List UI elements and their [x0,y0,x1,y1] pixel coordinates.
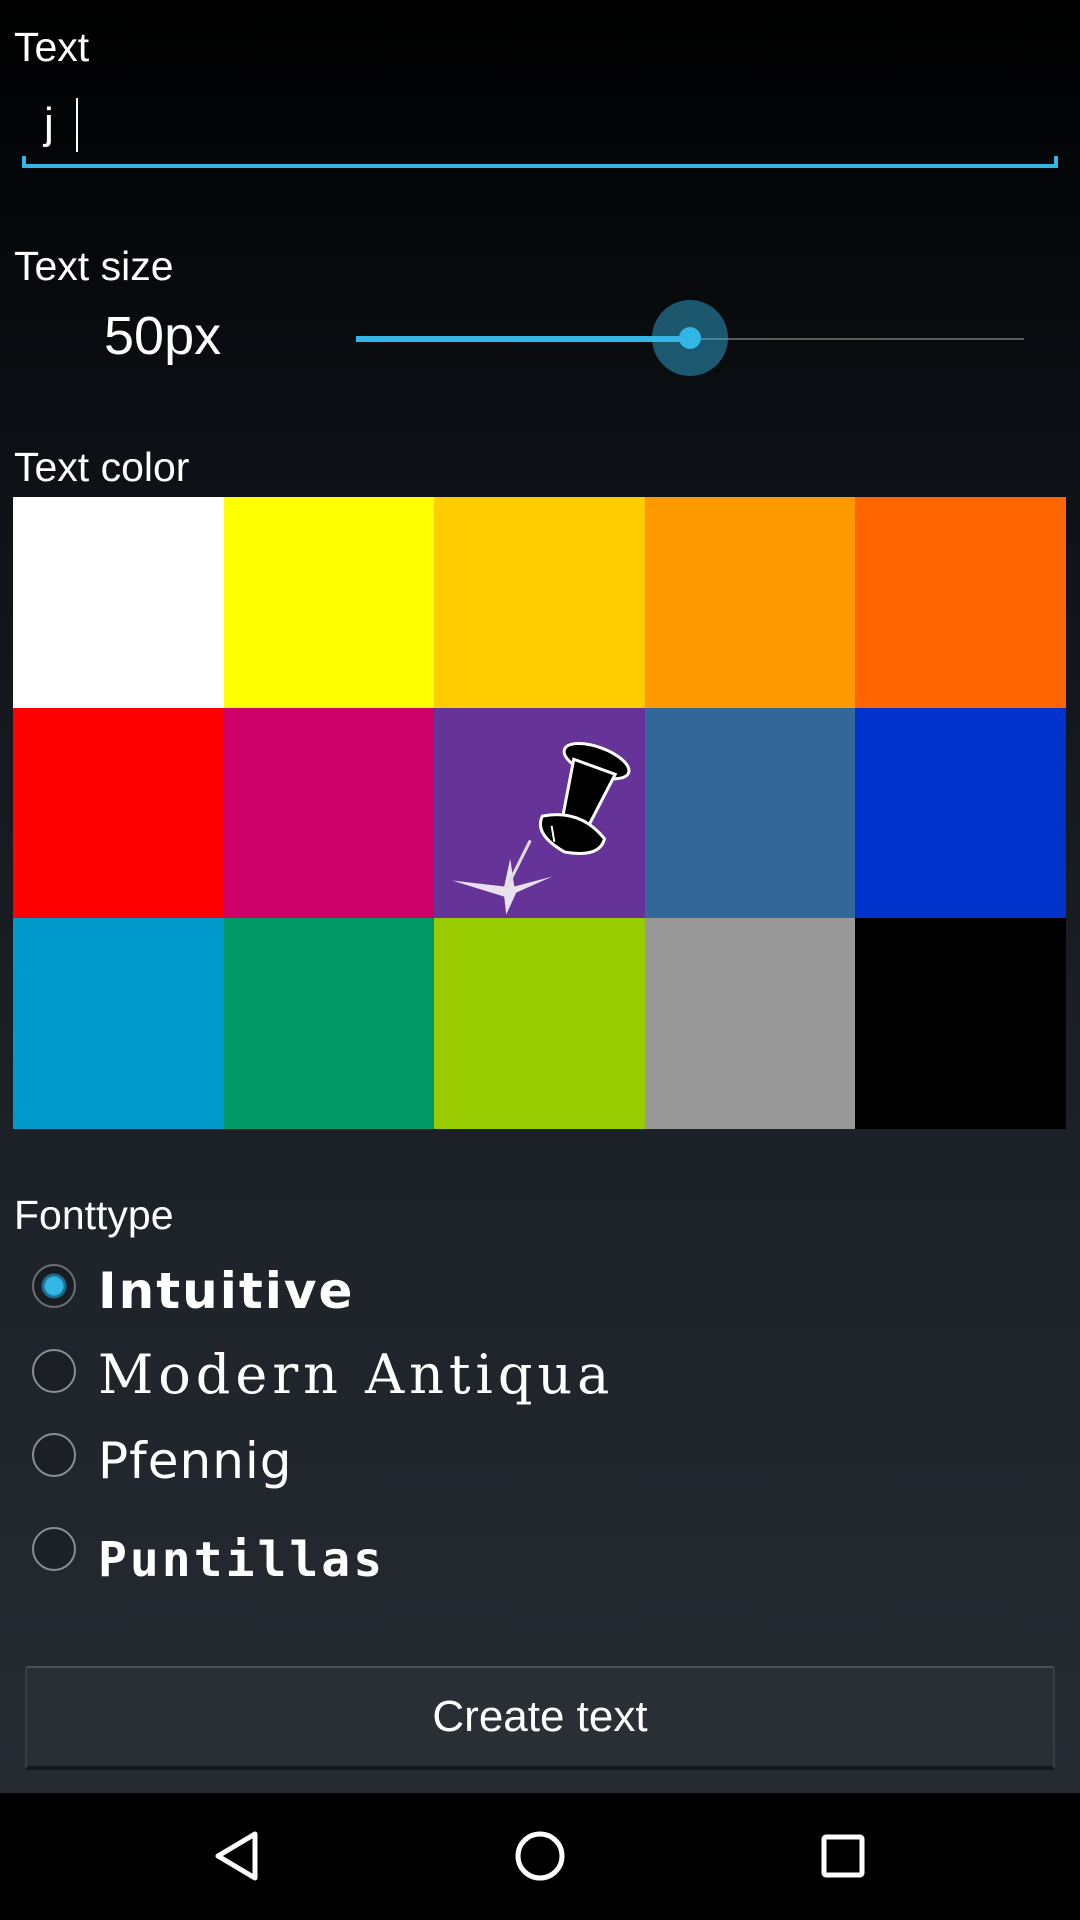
font-option-label: Puntillas [98,1532,386,1588]
back-button[interactable] [147,1793,327,1920]
color-swatch-orange[interactable] [644,497,856,708]
recents-button[interactable] [753,1793,933,1920]
text-cursor [76,98,78,152]
color-swatch-dark-orange[interactable] [855,497,1066,708]
color-swatch-lime[interactable] [434,918,645,1129]
font-option-label: Pfennig [98,1432,293,1490]
fonttype-label: Fonttype [14,1192,174,1238]
create-text-button[interactable]: Create text [25,1666,1055,1770]
color-swatch-grid [13,497,1066,1129]
text-input-value: j [44,99,54,148]
color-swatch-black[interactable] [855,918,1066,1129]
pushpin-icon [452,741,631,915]
color-swatch-purple-custom[interactable] [434,707,645,919]
radio-button[interactable] [32,1527,76,1571]
create-text-button-label: Create text [432,1692,648,1741]
font-option-pfennig[interactable]: Pfennig [30,1422,930,1492]
radio-button[interactable] [32,1264,76,1308]
font-option-intuitive[interactable]: Intuitive [30,1253,930,1323]
home-button[interactable] [450,1793,630,1920]
color-swatch-gold[interactable] [434,497,645,708]
system-navigation-bar [0,1793,1080,1920]
font-option-label: Intuitive [98,1262,355,1320]
radio-button[interactable] [32,1349,76,1393]
color-swatch-blue[interactable] [855,707,1066,919]
color-swatch-sky-blue[interactable] [13,918,224,1129]
color-swatch-steel-blue[interactable] [644,707,856,919]
font-option-label: Modern Antiqua [98,1343,615,1406]
font-option-puntillas[interactable]: Puntillas [30,1516,930,1586]
color-swatch-green[interactable] [223,918,435,1129]
text-size-label: Text size [14,243,174,289]
radio-button[interactable] [32,1433,76,1477]
color-swatch-red[interactable] [13,707,224,919]
color-swatch-magenta[interactable] [223,707,435,919]
text-size-slider[interactable] [356,300,1024,380]
slider-fill [356,336,690,342]
text-label: Text [14,24,90,70]
color-swatch-yellow[interactable] [223,497,435,708]
slider-thumb-dot [679,327,701,349]
color-swatch-gray[interactable] [644,918,856,1129]
text-input-field[interactable]: j [22,90,1058,168]
text-color-label: Text color [14,444,190,490]
text-editor-screen: Text j Text size 50px Text color Fonttyp… [0,0,1080,1793]
recents-square-icon [821,1834,865,1878]
slider-thumb[interactable] [652,300,728,376]
font-option-modern-antiqua[interactable]: Modern Antiqua [30,1338,930,1408]
color-swatch-white[interactable] [13,497,224,708]
home-circle-icon [515,1831,565,1881]
text-size-value: 50px [104,306,222,366]
back-triangle-icon [215,1831,258,1881]
text-input-underline [22,156,1058,168]
